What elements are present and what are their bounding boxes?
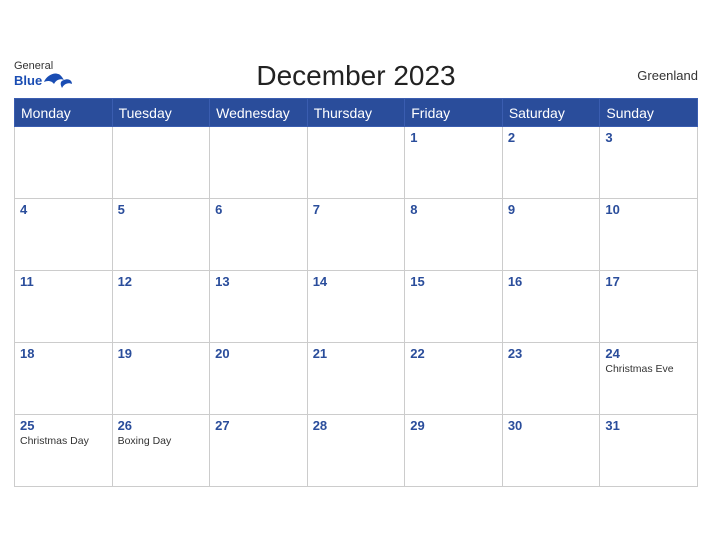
calendar-cell: 6 xyxy=(210,198,308,270)
calendar-cell: 13 xyxy=(210,270,308,342)
day-number: 26 xyxy=(118,418,205,433)
calendar-cell: 27 xyxy=(210,414,308,486)
day-number: 17 xyxy=(605,274,692,289)
day-number: 8 xyxy=(410,202,497,217)
calendar-cell: 17 xyxy=(600,270,698,342)
calendar-week-row-4: 18 19 20 21 22 23 24 Christmas Eve xyxy=(15,342,698,414)
logo-bird-icon xyxy=(44,72,72,92)
calendar-cell: 30 xyxy=(502,414,600,486)
calendar-cell xyxy=(210,126,308,198)
day-number: 15 xyxy=(410,274,497,289)
day-number: 29 xyxy=(410,418,497,433)
day-number: 27 xyxy=(215,418,302,433)
calendar-cell: 31 xyxy=(600,414,698,486)
day-number: 30 xyxy=(508,418,595,433)
header-tuesday: Tuesday xyxy=(112,98,210,126)
calendar-cell: 29 xyxy=(405,414,503,486)
weekday-header-row: Monday Tuesday Wednesday Thursday Friday… xyxy=(15,98,698,126)
day-number: 23 xyxy=(508,346,595,361)
day-number: 6 xyxy=(215,202,302,217)
calendar-cell: 22 xyxy=(405,342,503,414)
day-number: 28 xyxy=(313,418,400,433)
day-event: Boxing Day xyxy=(118,435,205,447)
day-number: 4 xyxy=(20,202,107,217)
calendar-cell: 20 xyxy=(210,342,308,414)
header-sunday: Sunday xyxy=(600,98,698,126)
header-monday: Monday xyxy=(15,98,113,126)
day-number: 3 xyxy=(605,130,692,145)
logo-area: General Blue xyxy=(14,60,72,92)
calendar-cell: 25 Christmas Day xyxy=(15,414,113,486)
calendar-cell: 3 xyxy=(600,126,698,198)
day-number: 2 xyxy=(508,130,595,145)
header-friday: Friday xyxy=(405,98,503,126)
calendar-week-row-2: 456789 10 xyxy=(15,198,698,270)
calendar-cell: 15 xyxy=(405,270,503,342)
day-number: 10 xyxy=(605,202,692,217)
calendar-cell: 18 xyxy=(15,342,113,414)
logo-general: General xyxy=(14,60,72,72)
calendar-cell: 24 Christmas Eve xyxy=(600,342,698,414)
calendar-week-row-1: 123 xyxy=(15,126,698,198)
day-event: Christmas Day xyxy=(20,435,107,447)
calendar-cell: 11 xyxy=(15,270,113,342)
calendar-wrapper: General Blue December 2023 Greenland Mon… xyxy=(0,50,712,501)
day-number: 7 xyxy=(313,202,400,217)
day-number: 16 xyxy=(508,274,595,289)
calendar-cell: 26 Boxing Day xyxy=(112,414,210,486)
calendar-cell: 12 xyxy=(112,270,210,342)
calendar-table: Monday Tuesday Wednesday Thursday Friday… xyxy=(14,98,698,487)
calendar-cell xyxy=(15,126,113,198)
calendar-cell: 9 xyxy=(502,198,600,270)
day-number: 18 xyxy=(20,346,107,361)
day-number: 20 xyxy=(215,346,302,361)
calendar-cell: 10 xyxy=(600,198,698,270)
region-label: Greenland xyxy=(637,68,698,83)
calendar-week-row-5: 25 Christmas Day 26 Boxing Day 27 28 29 30 31 xyxy=(15,414,698,486)
calendar-week-row-3: 11 12 13 14 15 16 17 xyxy=(15,270,698,342)
day-number: 25 xyxy=(20,418,107,433)
calendar-cell: 1 xyxy=(405,126,503,198)
calendar-cell: 2 xyxy=(502,126,600,198)
day-number: 11 xyxy=(20,274,107,289)
day-number: 24 xyxy=(605,346,692,361)
day-number: 14 xyxy=(313,274,400,289)
day-number: 13 xyxy=(215,274,302,289)
day-number: 5 xyxy=(118,202,205,217)
header-wednesday: Wednesday xyxy=(210,98,308,126)
calendar-cell: 8 xyxy=(405,198,503,270)
day-number: 12 xyxy=(118,274,205,289)
calendar-cell: 19 xyxy=(112,342,210,414)
header-saturday: Saturday xyxy=(502,98,600,126)
day-number: 31 xyxy=(605,418,692,433)
calendar-cell: 16 xyxy=(502,270,600,342)
month-title: December 2023 xyxy=(256,60,455,92)
calendar-cell xyxy=(307,126,405,198)
calendar-cell: 14 xyxy=(307,270,405,342)
calendar-cell: 21 xyxy=(307,342,405,414)
calendar-cell: 28 xyxy=(307,414,405,486)
calendar-cell xyxy=(112,126,210,198)
day-number: 22 xyxy=(410,346,497,361)
day-number: 19 xyxy=(118,346,205,361)
logo-blue: Blue xyxy=(14,74,42,88)
calendar-body: 123456789101112131415161718192021222324C… xyxy=(15,126,698,486)
calendar-cell: 5 xyxy=(112,198,210,270)
day-number: 21 xyxy=(313,346,400,361)
calendar-cell: 7 xyxy=(307,198,405,270)
day-number: 1 xyxy=(410,130,497,145)
calendar-cell: 4 xyxy=(15,198,113,270)
day-event: Christmas Eve xyxy=(605,363,692,375)
calendar-cell: 23 xyxy=(502,342,600,414)
day-number: 9 xyxy=(508,202,595,217)
header-thursday: Thursday xyxy=(307,98,405,126)
calendar-header: General Blue December 2023 Greenland xyxy=(14,60,698,92)
